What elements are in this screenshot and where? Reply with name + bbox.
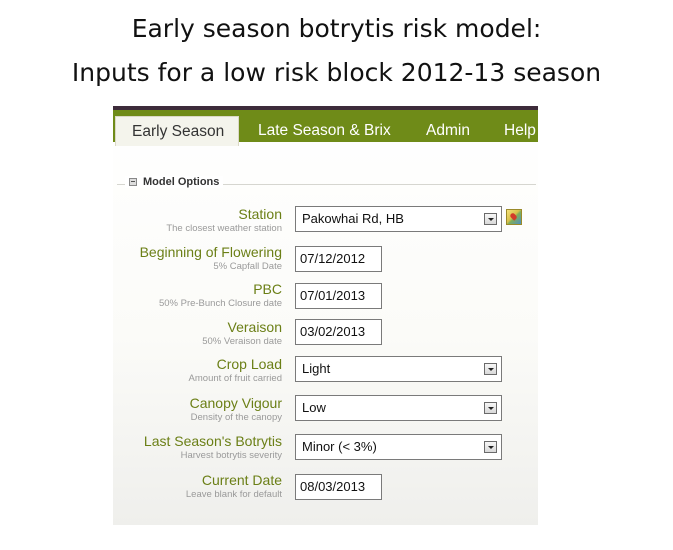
- last-botrytis-label: Last Season's Botrytis: [143, 433, 282, 449]
- dropdown-arrow-icon[interactable]: [484, 402, 497, 414]
- crop-load-select[interactable]: Light: [295, 356, 502, 382]
- canopy-vigour-value: Low: [302, 400, 326, 415]
- station-hint: The closest weather station: [166, 223, 282, 234]
- tab-late-season-brix[interactable]: Late Season & Brix: [258, 116, 391, 146]
- last-botrytis-value: Minor (< 3%): [302, 439, 377, 454]
- dropdown-arrow-icon[interactable]: [484, 363, 497, 375]
- pbc-hint: 50% Pre-Bunch Closure date: [158, 298, 282, 309]
- dropdown-arrow-icon[interactable]: [484, 441, 497, 453]
- last-botrytis-select[interactable]: Minor (< 3%): [295, 434, 502, 460]
- slide-title-line-2: Inputs for a low risk block 2012-13 seas…: [71, 58, 602, 87]
- tab-admin[interactable]: Admin: [426, 116, 470, 146]
- station-label: Station: [238, 206, 282, 222]
- map-icon[interactable]: [506, 209, 522, 225]
- model-options-title: Model Options: [143, 176, 220, 188]
- veraison-date-input[interactable]: 03/02/2013: [295, 319, 382, 345]
- flowering-hint: 5% Capfall Date: [213, 261, 282, 272]
- current-date-hint: Leave blank for default: [185, 489, 282, 500]
- tab-early-season[interactable]: Early Season: [115, 116, 240, 146]
- canopy-vigour-label: Canopy Vigour: [189, 395, 282, 411]
- crop-load-label: Crop Load: [216, 356, 282, 372]
- last-botrytis-hint: Harvest botrytis severity: [180, 450, 282, 461]
- tab-help[interactable]: Help: [504, 116, 536, 146]
- flowering-date-input[interactable]: 07/12/2012: [295, 246, 382, 272]
- tab-bar: Early Season Late Season & Brix Admin He…: [113, 106, 538, 146]
- slide-title-line-1: Early season botrytis risk model:: [131, 14, 542, 43]
- collapse-icon[interactable]: [129, 178, 137, 186]
- current-date-label: Current Date: [201, 472, 282, 488]
- canopy-vigour-hint: Density of the canopy: [190, 412, 282, 423]
- current-date-input[interactable]: 08/03/2013: [295, 474, 382, 500]
- veraison-label: Veraison: [227, 319, 282, 335]
- pbc-label: PBC: [253, 281, 282, 297]
- veraison-hint: 50% Veraison date: [202, 336, 282, 347]
- crop-load-hint: Amount of fruit carried: [188, 373, 282, 384]
- station-value: Pakowhai Rd, HB: [302, 211, 404, 226]
- pbc-date-input[interactable]: 07/01/2013: [295, 283, 382, 309]
- model-options-legend[interactable]: Model Options: [125, 176, 224, 188]
- station-select[interactable]: Pakowhai Rd, HB: [295, 206, 502, 232]
- crop-load-value: Light: [302, 361, 331, 376]
- dropdown-arrow-icon[interactable]: [484, 213, 497, 225]
- app-screenshot: Early Season Late Season & Brix Admin He…: [113, 106, 538, 525]
- flowering-label: Beginning of Flowering: [139, 244, 282, 260]
- canopy-vigour-select[interactable]: Low: [295, 395, 502, 421]
